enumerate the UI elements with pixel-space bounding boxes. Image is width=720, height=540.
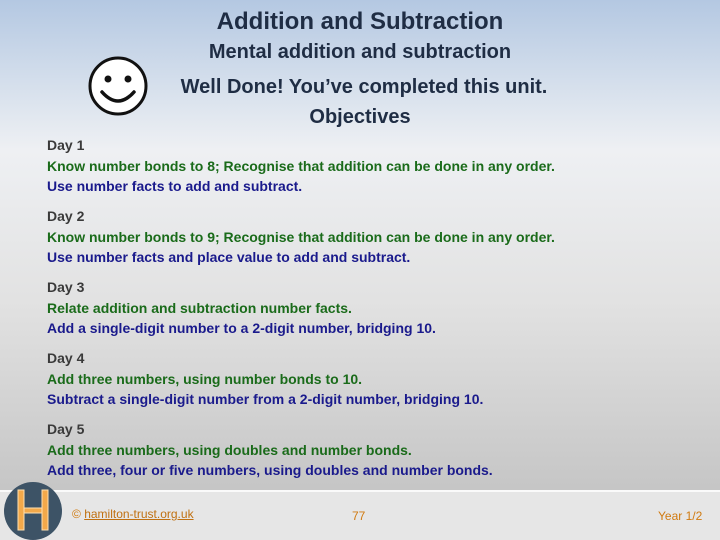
objective-line: Use number facts and place value to add … (47, 249, 411, 265)
day-label: Day 5 (47, 421, 85, 437)
hamilton-trust-link[interactable]: hamilton-trust.org.uk (84, 507, 193, 521)
day-objective: Day 2 Know number bonds to 9; Recognise … (47, 206, 555, 268)
year-label: Year 1/2 (658, 509, 703, 523)
day-objective: Day 1 Know number bonds to 8; Recognise … (47, 135, 555, 197)
objective-line: Know number bonds to 8; Recognise that a… (47, 157, 555, 174)
day-label: Day 2 (47, 208, 85, 224)
objective-line: Add three numbers, using number bonds to… (47, 370, 363, 387)
objective-line: Know number bonds to 9; Recognise that a… (47, 228, 555, 245)
objective-line: Subtract a single-digit number from a 2-… (47, 391, 484, 407)
objective-line: Relate addition and subtraction number f… (47, 299, 352, 316)
objective-line: Add three, four or five numbers, using d… (47, 462, 493, 478)
page-title: Addition and Subtraction (216, 8, 504, 35)
day-label: Day 3 (47, 279, 85, 295)
hamilton-logo-icon (4, 482, 62, 540)
objective-line: Use number facts to add and subtract. (47, 178, 303, 194)
day-objective: Day 4 Add three numbers, using number bo… (47, 348, 483, 410)
day-objective: Day 5 Add three numbers, using doubles a… (47, 419, 493, 481)
copyright: © hamilton-trust.org.uk (72, 507, 194, 521)
completion-message: Well Done! You’ve completed this unit. (180, 76, 548, 98)
objectives-heading: Objectives (309, 106, 411, 128)
slide: Addition and Subtraction Mental addition… (0, 0, 720, 540)
page-number: 77 (352, 509, 366, 523)
day-objective: Day 3 Relate addition and subtraction nu… (47, 277, 436, 339)
day-label: Day 4 (47, 350, 85, 366)
copyright-symbol: © (72, 507, 81, 521)
objective-line: Add three numbers, using doubles and num… (47, 441, 412, 458)
day-label: Day 1 (47, 137, 85, 153)
objective-line: Add a single-digit number to a 2-digit n… (47, 320, 436, 336)
